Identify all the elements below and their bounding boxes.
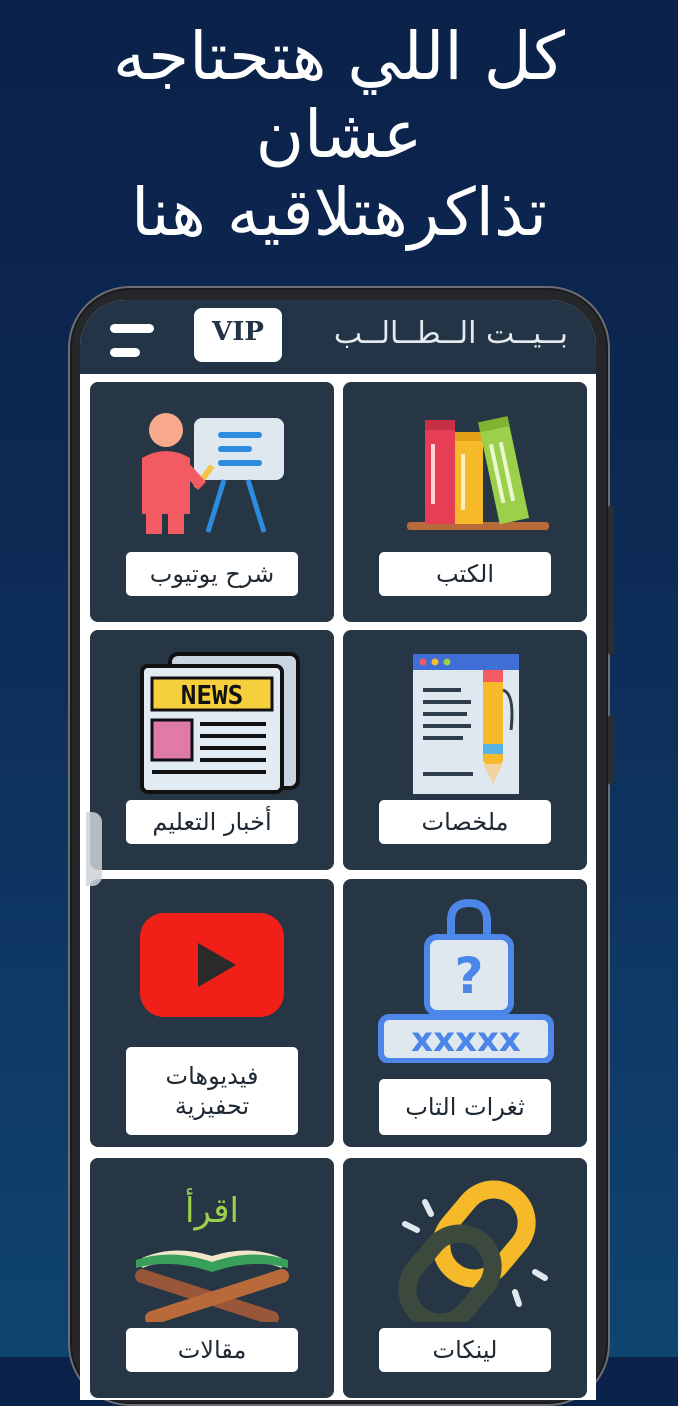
tile-education-news-label: أخبار التعليم <box>126 800 298 844</box>
news-art-text: NEWS <box>181 681 244 711</box>
tile-tablet-exploits-label: ثغرات التاب <box>379 1079 551 1135</box>
tile-articles-label: مقالات <box>126 1328 298 1372</box>
tile-links[interactable]: لينكات <box>343 1158 587 1398</box>
tile-youtube-explanations-label: شرح يوتيوب <box>126 552 298 596</box>
side-drawer-handle[interactable] <box>86 812 102 886</box>
iqra-art-text: اقرأ <box>185 1188 239 1231</box>
books-icon <box>407 416 549 530</box>
promo-headline: كل اللي هتحتاجه عشان تذاكرهتلاقيه هنا <box>0 18 678 252</box>
tile-motivational-videos[interactable]: فيديوهات تحفيزية <box>90 879 334 1147</box>
phone-screen: VIP بــيــت الــطــالــب الكتب شرح يوتيو… <box>80 300 596 1400</box>
phone-volume-button <box>608 505 614 655</box>
headline-line-3: تذاكرهتلاقيه هنا <box>131 174 547 251</box>
document-pencil-icon <box>413 654 519 794</box>
newspaper-icon: NEWS <box>140 652 300 794</box>
password-mask-text: xxxxx <box>411 1020 521 1060</box>
app-bar: VIP بــيــت الــطــالــب <box>80 300 596 374</box>
teacher-whiteboard-icon <box>142 413 284 534</box>
tile-articles[interactable]: اقرأ مقالات <box>90 1158 334 1398</box>
tile-links-label: لينكات <box>379 1328 551 1372</box>
vip-button[interactable]: VIP <box>194 308 282 362</box>
tile-summaries-label: ملخصات <box>379 800 551 844</box>
chain-link-icon <box>398 1180 548 1322</box>
tile-tablet-exploits[interactable]: ? xxxxx ثغرات التاب <box>343 879 587 1147</box>
quran-stand-icon: اقرأ <box>135 1188 289 1322</box>
youtube-play-icon <box>140 913 284 1017</box>
tile-youtube-explanations[interactable]: شرح يوتيوب <box>90 382 334 622</box>
tile-motivational-videos-label: فيديوهات تحفيزية <box>126 1047 298 1135</box>
svg-text:?: ? <box>454 947 483 1005</box>
app-title: بــيــت الــطــالــب <box>333 316 568 351</box>
hamburger-menu-icon[interactable] <box>110 322 158 362</box>
tile-books-label: الكتب <box>379 552 551 596</box>
headline-line-1: كل اللي هتحتاجه <box>112 18 566 95</box>
tile-summaries[interactable]: ملخصات <box>343 630 587 870</box>
tile-education-news[interactable]: NEWS أخبار التعليم <box>90 630 334 870</box>
phone-power-button <box>608 715 614 785</box>
tile-books[interactable]: الكتب <box>343 382 587 622</box>
locked-password-icon: ? xxxxx <box>378 898 554 1063</box>
headline-line-2: عشان <box>255 96 423 173</box>
